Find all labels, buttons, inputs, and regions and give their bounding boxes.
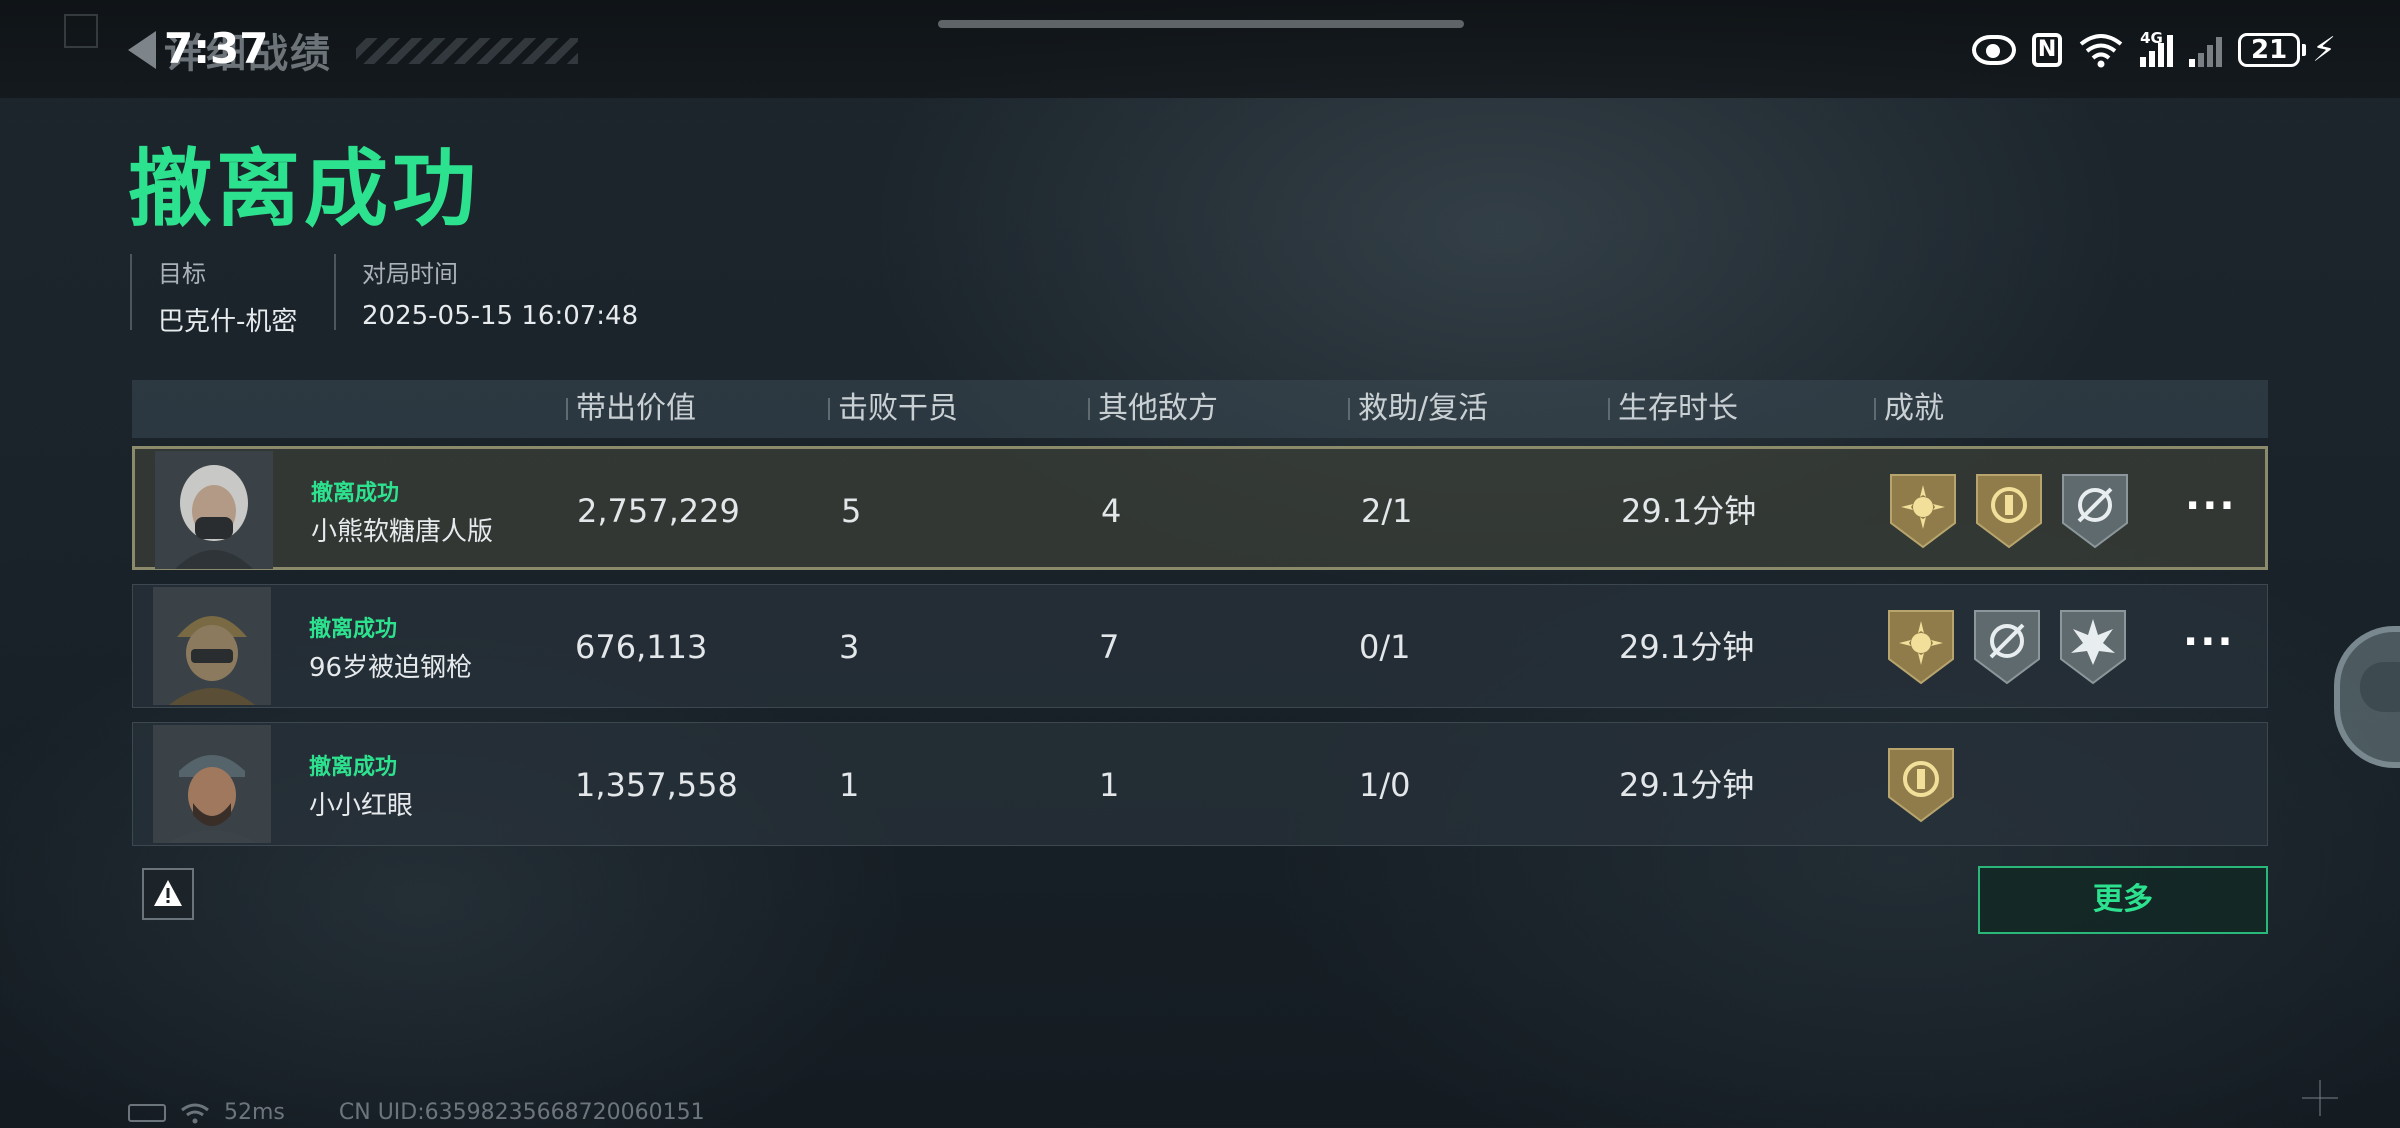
kills-cell: 5 (841, 492, 862, 530)
other-enemies-cell: 7 (1099, 628, 1120, 666)
player-avatar (153, 725, 271, 843)
status-bar: 详细战绩 7:37 N 4G 21 ⚡ (0, 0, 2400, 98)
player-name: 小熊软糖唐人版 (311, 517, 494, 547)
corner-plus-mark (2302, 1080, 2338, 1116)
player-row[interactable]: 撤离成功 小小红眼 1,357,558 1 1 1/0 29.1分钟 (132, 722, 2268, 846)
emblem-badge-icon[interactable] (1887, 745, 1955, 823)
corner-mark (64, 14, 98, 48)
col-other-enemies: 其他敌方 (1088, 380, 1218, 438)
chat-icon (2360, 662, 2400, 712)
status-time: 7:37 (164, 24, 269, 73)
emblem-badge-icon[interactable] (1975, 471, 2043, 549)
eye-icon (1972, 35, 2017, 65)
target-info: 目标 巴克什-机密 (130, 254, 297, 337)
system-icons: N 4G 21 ⚡ (1972, 22, 2336, 78)
charging-bolt-icon: ⚡ (2312, 30, 2336, 70)
wifi-icon (2079, 34, 2123, 68)
crosshair-badge-icon[interactable] (2061, 471, 2129, 549)
match-time-value: 2025-05-15 16:07:48 (362, 301, 639, 331)
col-value: 带出价值 (566, 380, 696, 438)
player-row[interactable]: 撤离成功 小熊软糖唐人版 2,757,229 5 4 2/1 29.1分钟 ··… (132, 446, 2268, 570)
burst-badge-icon[interactable] (2059, 607, 2127, 685)
battery-icon: 21 ⚡ (2238, 30, 2336, 70)
no-signal-icon (2189, 33, 2223, 67)
other-enemies-cell: 1 (1099, 766, 1120, 804)
ping-value: 52ms (224, 1100, 285, 1125)
other-enemies-cell: 4 (1101, 492, 1122, 530)
kills-cell: 1 (839, 766, 860, 804)
player-avatar (155, 451, 273, 569)
cellular-signal-icon: 4G (2140, 29, 2174, 67)
player-name: 小小红眼 (309, 791, 414, 821)
footer-info: 52ms CN UID:63598235668720060151 (128, 1100, 705, 1125)
target-label: 目标 (158, 260, 206, 288)
survival-cell: 29.1分钟 (1619, 628, 1755, 666)
chat-float-button[interactable] (2334, 626, 2400, 768)
back-arrow-icon (128, 31, 156, 69)
small-battery-icon (128, 1103, 166, 1122)
assist-cell: 0/1 (1359, 628, 1411, 666)
uid-text: CN UID:63598235668720060151 (338, 1100, 705, 1125)
table-header: 带出价值 击败干员 其他敌方 救助/复活 生存时长 成就 (132, 380, 2268, 438)
crosshair-badge-icon[interactable] (1973, 607, 2041, 685)
value-cell: 1,357,558 (575, 766, 738, 804)
assist-cell: 1/0 (1359, 766, 1411, 804)
result-title: 撤离成功 (128, 140, 481, 238)
col-achievements: 成就 (1874, 380, 1944, 438)
report-button[interactable] (142, 868, 194, 920)
sun-badge-icon[interactable] (1887, 607, 1955, 685)
survival-cell: 29.1分钟 (1621, 492, 1757, 530)
warning-icon (154, 880, 182, 906)
target-value: 巴克什-机密 (158, 307, 298, 337)
home-indicator[interactable] (938, 20, 1464, 28)
survival-cell: 29.1分钟 (1619, 766, 1755, 804)
player-row[interactable]: 撤离成功 96岁被迫钢枪 676,113 3 7 0/1 29.1分钟 ··· (132, 584, 2268, 708)
more-button[interactable]: 更多 (1978, 866, 2268, 934)
col-assist-revive: 救助/复活 (1348, 380, 1488, 438)
title-stripes-decoration (356, 38, 578, 64)
assist-cell: 2/1 (1361, 492, 1413, 530)
extract-status: 撤离成功 (309, 617, 398, 642)
col-kills: 击败干员 (828, 380, 958, 438)
match-time-info: 对局时间 2025-05-15 16:07:48 (334, 254, 639, 331)
row-more-button[interactable]: ··· (2185, 483, 2237, 529)
sun-badge-icon[interactable] (1889, 471, 1957, 549)
nfc-icon: N (2032, 33, 2063, 67)
small-wifi-icon (181, 1103, 209, 1123)
kills-cell: 3 (839, 628, 860, 666)
value-cell: 676,113 (575, 628, 708, 666)
col-survival: 生存时长 (1608, 380, 1738, 438)
extract-status: 撤离成功 (311, 481, 400, 506)
player-avatar (153, 587, 271, 705)
player-name: 96岁被迫钢枪 (309, 653, 473, 683)
extract-status: 撤离成功 (309, 755, 398, 780)
match-time-label: 对局时间 (362, 260, 458, 288)
row-more-button[interactable]: ··· (2183, 619, 2235, 665)
value-cell: 2,757,229 (577, 492, 740, 530)
